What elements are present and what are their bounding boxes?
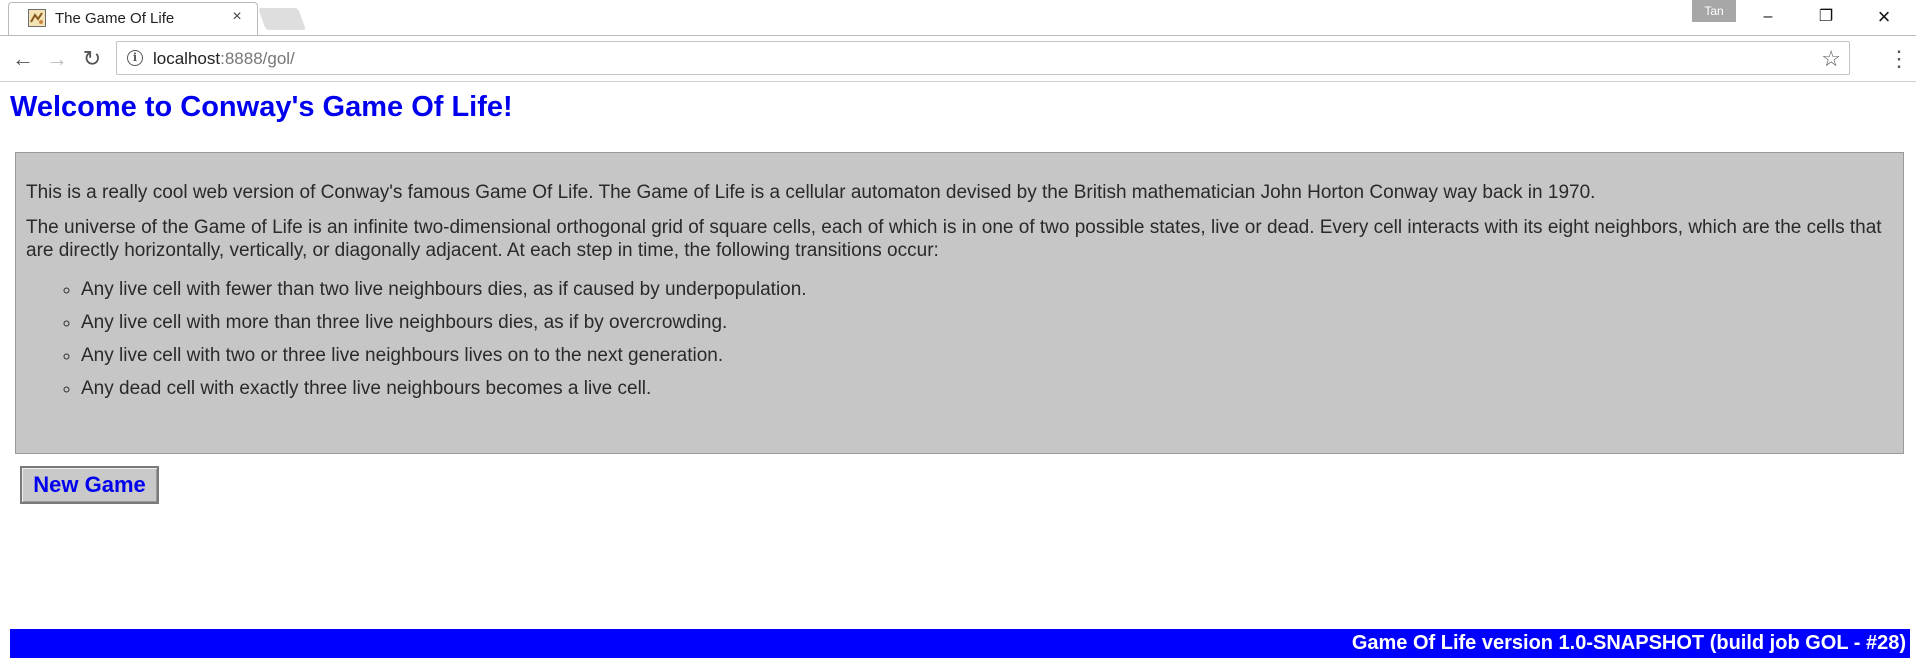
browser-toolbar: ← → ↻ i localhost:8888/gol/ ☆ ⋮	[0, 36, 1916, 82]
browser-menu-icon[interactable]: ⋮	[1888, 44, 1910, 74]
version-info: Game Of Life version 1.0-SNAPSHOT (build…	[1351, 632, 1906, 654]
info-panel: This is a really cool web version of Con…	[15, 152, 1904, 454]
rule-item: Any live cell with fewer than two live n…	[81, 278, 1893, 301]
url-path: :8888/gol/	[220, 49, 295, 68]
page-title: Welcome to Conway's Game Of Life!	[10, 91, 513, 123]
tab-strip: The Game Of Life × Tan – ❐ ×	[0, 0, 1916, 36]
back-icon[interactable]: ←	[8, 44, 38, 74]
bookmark-star-icon[interactable]: ☆	[1821, 46, 1841, 72]
close-window-button[interactable]: ×	[1856, 0, 1912, 34]
reload-icon[interactable]: ↻	[77, 44, 107, 74]
new-game-button[interactable]: New Game	[20, 466, 159, 504]
forward-icon[interactable]: →	[42, 44, 72, 74]
rules-list: Any live cell with fewer than two live n…	[26, 278, 1893, 400]
rule-item: Any dead cell with exactly three live ne…	[81, 377, 1893, 400]
description-paragraph: The universe of the Game of Life is an i…	[26, 217, 1882, 261]
minimize-button[interactable]: –	[1740, 0, 1796, 34]
rule-item: Any live cell with two or three live nei…	[81, 344, 1893, 367]
intro-paragraph: This is a really cool web version of Con…	[26, 182, 1596, 203]
url-text[interactable]: localhost:8888/gol/	[153, 49, 295, 69]
maximize-button[interactable]: ❐	[1798, 0, 1854, 34]
tab-title: The Game Of Life	[55, 10, 175, 27]
rule-item: Any live cell with more than three live …	[81, 311, 1893, 334]
footer-bar: Game Of Life version 1.0-SNAPSHOT (build…	[10, 629, 1910, 658]
favicon-icon	[28, 9, 46, 27]
tab-close-icon[interactable]: ×	[228, 7, 246, 27]
page-content: Welcome to Conway's Game Of Life! This i…	[0, 83, 1916, 668]
site-info-icon[interactable]: i	[127, 50, 143, 66]
new-tab-button[interactable]	[257, 8, 307, 30]
url-host: localhost	[153, 49, 221, 68]
profile-badge[interactable]: Tan	[1692, 0, 1736, 22]
address-bar[interactable]: i localhost:8888/gol/ ☆	[116, 41, 1850, 75]
